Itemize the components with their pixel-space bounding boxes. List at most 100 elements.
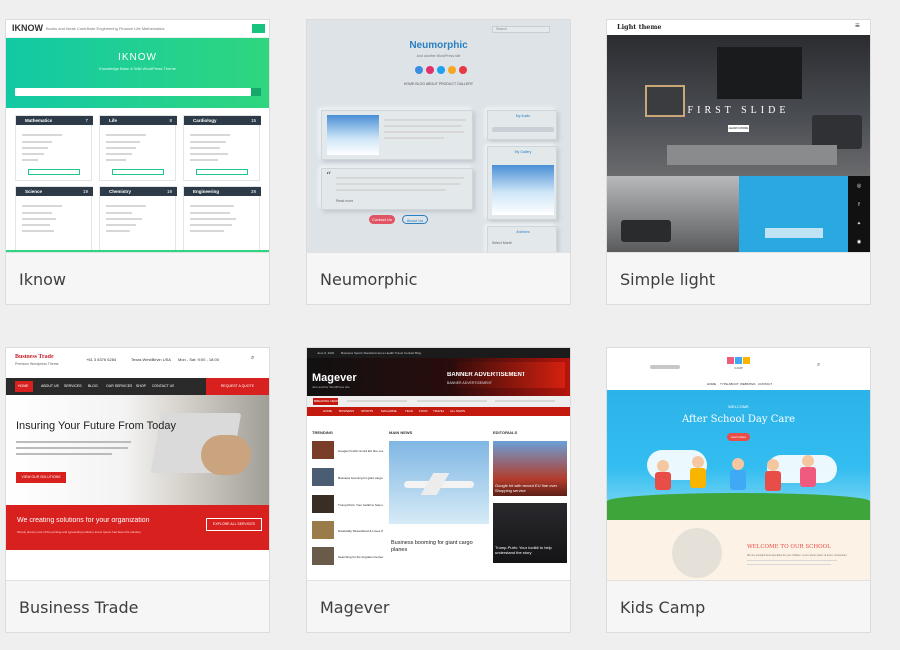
news-title: Searching for the forgotten heroes of Wo… bbox=[338, 555, 383, 559]
top-date: June 6, 2020 bbox=[317, 351, 335, 355]
text-line bbox=[336, 177, 464, 179]
nav-item: CONTACT US bbox=[152, 384, 175, 388]
list-line bbox=[22, 205, 62, 207]
theme-card-business-trade[interactable]: Business Trade Premium Wordpress Theme +… bbox=[5, 347, 270, 633]
theme-card-kids-camp[interactable]: CAMP ⌕ HOME TYPE ABOUT WEBSITES CONTACT … bbox=[606, 347, 871, 633]
category-count: 19 bbox=[82, 189, 88, 194]
nav-item: CONTACT bbox=[758, 382, 773, 386]
theme-name[interactable]: Neumorphic bbox=[320, 270, 417, 289]
theme-name[interactable]: Magever bbox=[320, 598, 390, 617]
text-line bbox=[384, 137, 444, 139]
text-line bbox=[16, 447, 128, 449]
list-line bbox=[106, 147, 136, 149]
category-count: 28 bbox=[250, 189, 256, 194]
theme-card-simple-light[interactable]: Light theme ≡ FIRST SLIDE LEARN MORE ◎ f… bbox=[606, 19, 871, 305]
social-bar: ◎ f ✦ ◉ bbox=[848, 176, 870, 252]
slide-button-label: LEARN MORE bbox=[728, 126, 749, 130]
category-label: Science bbox=[25, 189, 43, 194]
list-line bbox=[106, 212, 132, 214]
list-line bbox=[190, 212, 230, 214]
kid-head bbox=[767, 459, 779, 471]
text-line bbox=[336, 183, 460, 185]
banner-title: We creating solutions for your organizat… bbox=[17, 517, 150, 524]
nav-item: WEBSITES bbox=[740, 382, 756, 386]
nav-item: HOME bbox=[18, 384, 29, 388]
theme-card-iknow[interactable]: IKNOW Books and Ideas Contribute Enginee… bbox=[5, 19, 270, 305]
theme-preview-kids-camp: CAMP ⌕ HOME TYPE ABOUT WEBSITES CONTACT … bbox=[607, 348, 870, 580]
nav-item: SERVICES bbox=[64, 384, 82, 388]
theme-gallery: IKNOW Books and Ideas Contribute Enginee… bbox=[0, 0, 900, 650]
hero-kicker: WELCOME bbox=[728, 404, 749, 409]
theme-name[interactable]: Kids Camp bbox=[620, 598, 705, 617]
kid-body bbox=[765, 471, 781, 491]
menu-icon: ≡ bbox=[855, 21, 860, 30]
top-links: Business Sports Standard Home Health Tra… bbox=[341, 351, 422, 355]
list-line bbox=[190, 134, 230, 136]
facebook-icon: f bbox=[858, 202, 860, 208]
nav-item: TRAVEL bbox=[433, 409, 445, 413]
thumb-image bbox=[312, 495, 334, 513]
card-caption: Business Trade bbox=[6, 580, 269, 632]
logo-block bbox=[727, 357, 734, 364]
list-line bbox=[190, 147, 220, 149]
logo-text: CAMP bbox=[734, 366, 743, 370]
audio-player bbox=[492, 127, 554, 132]
kid-body bbox=[690, 468, 706, 488]
tile-image bbox=[739, 176, 848, 252]
banner-text: Simply dummy text of the printing and ty… bbox=[17, 530, 142, 534]
list-line bbox=[22, 147, 48, 149]
about-title: WELCOME TO OUR SCHOOL bbox=[747, 544, 831, 550]
theme-name[interactable]: Business Trade bbox=[19, 598, 138, 617]
search-button bbox=[251, 88, 261, 96]
text-line bbox=[16, 441, 131, 443]
ticker-line bbox=[495, 400, 555, 402]
search-icon: ⌕ bbox=[817, 362, 821, 368]
text-line bbox=[384, 125, 462, 127]
list-line bbox=[106, 141, 140, 143]
category-box: Cardiology 15 bbox=[183, 115, 261, 181]
news-title: Drastically Streamlined & Loves the cute… bbox=[338, 529, 383, 533]
category-box: Science 19 bbox=[15, 186, 93, 252]
list-line bbox=[106, 224, 136, 226]
category-box: Life 8 bbox=[99, 115, 177, 181]
thumb-image bbox=[312, 521, 334, 539]
theme-name[interactable]: Iknow bbox=[19, 270, 66, 289]
about-section: WELCOME TO OUR SCHOOL We are provided be… bbox=[607, 520, 870, 580]
about-text: We are provided best education for your … bbox=[747, 554, 847, 557]
list-line bbox=[22, 224, 50, 226]
theme-name[interactable]: Simple light bbox=[620, 270, 715, 289]
cabinet-shape bbox=[667, 145, 837, 165]
site-title: Neumorphic bbox=[409, 40, 468, 51]
nav-item: OUR SERVICES bbox=[106, 384, 133, 388]
list-line bbox=[190, 153, 228, 155]
list-line bbox=[106, 134, 146, 136]
list-line bbox=[106, 230, 130, 232]
category-label: Mathematics bbox=[25, 118, 53, 123]
social-icon bbox=[415, 66, 423, 74]
login-button bbox=[252, 24, 265, 33]
list-line bbox=[22, 134, 62, 136]
ticker-line bbox=[417, 400, 487, 402]
read-more-link: Read more bbox=[336, 199, 354, 203]
banner-ad-text: BANNER ADVERTISEMENT bbox=[447, 372, 526, 378]
list-line bbox=[106, 205, 146, 207]
site-tagline: Just another WordPress site bbox=[312, 385, 350, 389]
hero-button-label: VIEW OUR SOLUTIONS bbox=[21, 475, 61, 479]
site-nav: Books and Ideas Contribute Engineering F… bbox=[46, 26, 165, 31]
hero-button-label: Learn More bbox=[730, 435, 747, 439]
theme-card-neumorphic[interactable]: Search Neumorphic Just another WordPress… bbox=[306, 19, 571, 305]
nav-item: ABOUT US bbox=[41, 384, 59, 388]
top-bar: June 6, 2020 Business Sports Standard Ho… bbox=[307, 348, 570, 358]
nav-item: ALL NEWS bbox=[450, 409, 466, 413]
theme-card-magever[interactable]: June 6, 2020 Business Sports Standard Ho… bbox=[306, 347, 571, 633]
archives-widget: Archives Select Month bbox=[487, 226, 557, 252]
kid-head bbox=[657, 460, 669, 472]
card-caption: Iknow bbox=[6, 252, 269, 304]
nav-item: SPORTS bbox=[361, 409, 374, 413]
banner-button-label: EXPLORE ALL SERVICES bbox=[212, 522, 256, 526]
site-logo: Magever bbox=[312, 372, 357, 384]
tv-shape bbox=[717, 47, 802, 99]
category-label: Engineering bbox=[193, 189, 220, 194]
list-line bbox=[22, 212, 52, 214]
breaking-label: BREAKING NEWS bbox=[314, 399, 340, 403]
